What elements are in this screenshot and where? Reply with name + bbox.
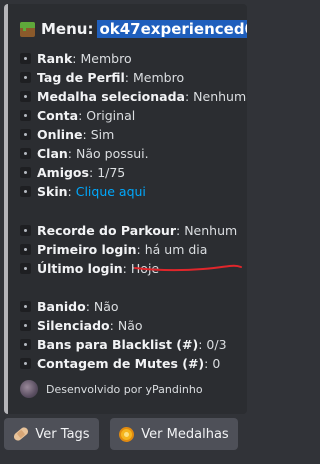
field-online: Online: Sim <box>20 125 114 143</box>
ver-tags-label: Ver Tags <box>35 426 90 442</box>
field-value: Sim <box>90 126 115 142</box>
field-label: Medalha selecionada <box>37 88 185 104</box>
field-label: Tag de Perfil <box>37 69 125 85</box>
field-primeiro-login: Primeiro login: há um dia <box>20 240 207 258</box>
bullet-icon <box>20 128 31 140</box>
bullet-icon <box>20 319 31 331</box>
author-avatar <box>20 380 38 398</box>
field-label: Contagem de Mutes (#) <box>37 355 205 371</box>
field-conta: Conta: Original <box>20 106 135 124</box>
field-value: Membro <box>133 69 185 85</box>
bullet-icon <box>20 90 31 102</box>
bullet-icon <box>20 357 31 369</box>
username-highlight: ok47experienced0 <box>97 20 247 38</box>
field-label: Recorde do Parkour <box>37 222 176 238</box>
field-amigos: Amigos: 1/75 <box>20 163 125 181</box>
embed-title: Menu: ok47experienced0 <box>20 20 247 38</box>
ver-tags-button[interactable]: Ver Tags <box>4 418 99 450</box>
bullet-icon <box>20 185 31 197</box>
field-medalha: Medalha selecionada: Nenhuma <box>20 87 247 105</box>
field-clan: Clan: Não possui. <box>20 144 149 162</box>
field-skin: Skin: Clique aqui <box>20 182 146 200</box>
bullet-icon <box>20 147 31 159</box>
field-label: Último login <box>37 260 123 276</box>
field-recorde-parkour: Recorde do Parkour: Nenhum <box>20 221 237 239</box>
medal-icon <box>119 426 135 442</box>
field-label: Online <box>37 126 83 142</box>
bullet-icon <box>20 52 31 64</box>
field-label: Silenciado <box>37 317 110 333</box>
bullet-icon <box>20 71 31 83</box>
field-rank: Rank: Membro <box>20 49 132 67</box>
field-value: Nenhum <box>184 222 238 238</box>
field-label: Skin <box>37 183 68 199</box>
bullet-icon <box>20 224 31 236</box>
bullet-icon <box>20 338 31 350</box>
skin-link[interactable]: Clique aqui <box>76 184 146 199</box>
field-label: Primeiro login <box>37 241 137 257</box>
field-contagem-mutes: Contagem de Mutes (#): 0 <box>20 354 220 372</box>
field-label: Clan <box>37 145 68 161</box>
field-value: 0 <box>212 355 221 371</box>
bullet-icon <box>20 166 31 178</box>
field-value: Nenhuma <box>193 88 247 104</box>
bandage-icon <box>12 425 31 443</box>
bullet-icon <box>20 262 31 274</box>
field-value: Não <box>93 298 119 314</box>
field-label: Banido <box>37 298 86 314</box>
field-silenciado: Silenciado: Não <box>20 316 143 334</box>
field-label: Amigos <box>37 164 89 180</box>
bullet-icon <box>20 300 31 312</box>
field-value: Original <box>86 107 136 123</box>
field-value: Membro <box>80 50 132 66</box>
field-label: Bans para Blacklist (#) <box>37 336 199 352</box>
footer-text: Desenvolvido por yPandinho <box>46 382 203 396</box>
embed-card: Menu: ok47experienced0 Rank: Membro Tag … <box>4 4 247 414</box>
field-banido: Banido: Não <box>20 297 119 315</box>
field-value: 1/75 <box>97 164 126 180</box>
red-annotation-underline <box>134 264 242 272</box>
field-label: Rank <box>37 50 73 66</box>
field-value: 0/3 <box>206 336 227 352</box>
field-value: Não <box>117 317 143 333</box>
embed-footer: Desenvolvido por yPandinho <box>20 380 203 398</box>
field-label: Conta <box>37 107 79 123</box>
field-tag-perfil: Tag de Perfil: Membro <box>20 68 184 86</box>
title-prefix: Menu: <box>41 20 94 38</box>
ver-medalhas-label: Ver Medalhas <box>141 426 229 442</box>
bullet-icon <box>20 109 31 121</box>
field-bans-blacklist: Bans para Blacklist (#): 0/3 <box>20 335 227 353</box>
field-value: Não possui. <box>76 145 149 161</box>
bullet-icon <box>20 243 31 255</box>
grass-block-icon <box>20 21 35 37</box>
ver-medalhas-button[interactable]: Ver Medalhas <box>110 418 238 450</box>
field-value: há um dia <box>144 241 208 257</box>
